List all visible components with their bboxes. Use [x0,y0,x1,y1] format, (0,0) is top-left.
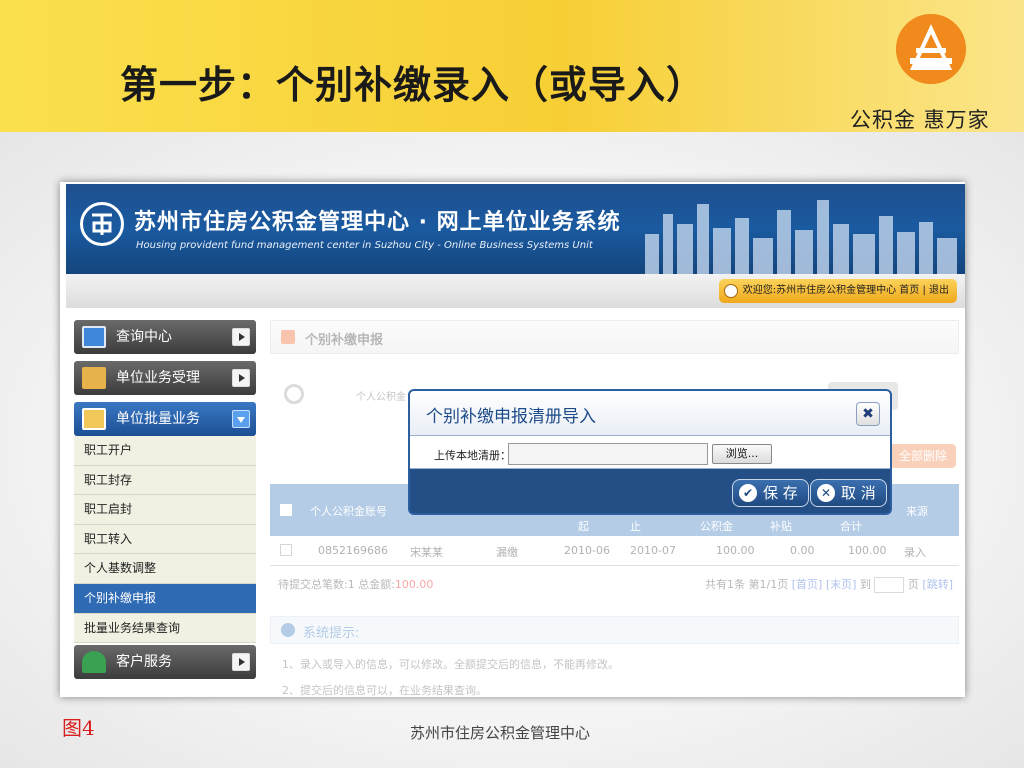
table-cell: 2010-06 [564,544,610,557]
dialog-title-bar: 个别补缴申报清册导入 ✖ [410,391,890,435]
submenu-item[interactable]: 职工封存 [74,466,256,496]
table-cell: 100.00 [848,544,887,557]
select-all-checkbox[interactable] [280,504,292,516]
sidebar: 查询中心 单位业务受理 单位批量业务 职工开户 职工封存 职工启封 职工转入 个… [74,320,256,697]
last-page-link[interactable]: [末页] [826,578,857,591]
tips-title: 系统提示: [303,626,360,641]
envelope-icon [82,367,106,389]
sidebar-item-query-center[interactable]: 查询中心 [74,320,256,354]
arrow-right-icon [281,330,295,344]
submenu-item-selected[interactable]: 个别补缴申报 [74,583,256,614]
chevron-right-icon [232,369,250,387]
submenu-item[interactable]: 职工启封 [74,495,256,525]
goto-label: 到 [859,578,871,591]
page-input[interactable] [874,577,905,593]
cancel-button[interactable]: ✕ 取 消 [810,479,887,507]
summary-amount: 100.00 [394,578,434,591]
page-label: 页 [907,578,919,591]
monitor-icon [82,326,106,348]
info-icon [281,623,295,637]
table-cell: 漏缴 [496,546,518,559]
save-label: 保 存 [763,484,798,502]
top-nav-bar: 欢迎您:苏州市住房公积金管理中心 首页 | 退出 [66,274,965,308]
pager-text: 共有1条 第1/1页 [705,578,789,591]
sidebar-item-label: 单位业务受理 [116,370,200,386]
upload-label: 上传本地清册： [434,449,511,462]
table-cell: 100.00 [716,544,755,557]
breadcrumb-title: 个别补缴申报 [305,333,384,348]
row-checkbox[interactable] [280,544,292,556]
chevron-right-icon [232,328,250,346]
figure-label: 图4 [62,716,95,740]
summary-text: 待提交总笔数:1 总金额: [278,578,395,591]
file-path-input[interactable] [508,443,708,465]
table-cell: 0.00 [790,544,815,557]
slide-header: 第一步：个别补缴录入（或导入） 公积金 惠万家 [0,0,1024,132]
center-logo-icon [80,202,124,246]
column-header: 个人公积金账号 [310,505,387,518]
banner-title: 苏州市住房公积金管理中心 · 网上单位业务系统 [134,210,621,235]
cancel-label: 取 消 [841,484,876,502]
tip-line: 1、录入或导入的信息，可以修改。全额提交后的信息，不能再修改。 [282,658,619,671]
delete-all-button[interactable]: 全部删除 [890,444,956,468]
chevron-right-icon [232,653,250,672]
import-dialog: 个别补缴申报清册导入 ✖ 上传本地清册： 浏览... ✔ 保 存 ✕ 取 消 [408,389,892,515]
sidebar-item-label: 客户服务 [116,654,172,671]
slide-footer: 苏州市住房公积金管理中心 [410,724,591,742]
jump-link[interactable]: [跳转] [922,578,953,591]
banner-subtitle: Housing provident fund management center… [136,240,593,251]
dialog-body: 上传本地清册： 浏览... [410,435,890,469]
sidebar-item-label: 单位批量业务 [116,411,200,427]
city-skyline-icon [645,200,957,274]
dialog-title: 个别补缴申报清册导入 [426,407,596,427]
sidebar-submenu: 职工开户 职工封存 职工启封 职工转入 个人基数调整 个别补缴申报 批量业务结果… [74,436,256,644]
column-header: 来源 [906,505,928,518]
summary: 待提交总笔数:1 总金额:100.00 [278,576,433,592]
search-label: 个人公积金 [356,392,406,403]
logo-icon [896,14,966,84]
column-header: 补贴 [770,520,792,533]
person-icon [82,651,106,674]
cancel-icon: ✕ [817,484,835,502]
first-page-link[interactable]: [首页] [792,578,823,591]
table-cell: 录入 [904,546,926,559]
submenu-item[interactable]: 个人基数调整 [74,554,256,584]
submenu-item[interactable]: 批量业务结果查询 [74,614,256,644]
sidebar-item-label: 查询中心 [116,329,172,345]
system-tips-bar: 系统提示: [270,616,959,644]
submenu-item[interactable]: 职工开户 [74,436,256,466]
tip-line: 2、提交后的信息可以，在业务结果查询。 [282,684,487,697]
chevron-down-icon [232,410,250,428]
column-header: 合计 [840,520,862,533]
submenu-item[interactable]: 职工转入 [74,525,256,555]
breadcrumb: 个别补缴申报 [270,320,959,354]
table-row[interactable]: 0852169686 宋某某 漏缴 2010-06 2010-07 100.00… [270,536,959,566]
save-button[interactable]: ✔ 保 存 [732,479,809,507]
sidebar-item-business[interactable]: 单位业务受理 [74,361,256,395]
slide-title: 第一步：个别补缴录入（或导入） [120,63,706,107]
column-header: 止 [630,520,641,533]
pager: 共有1条 第1/1页 [首页] [末页] 到 页 [跳转] [705,576,953,593]
column-header: 起 [578,520,589,533]
close-icon[interactable]: ✖ [856,402,880,426]
table-cell: 2010-07 [630,544,676,557]
folder-icon [82,408,106,430]
welcome-bar[interactable]: 欢迎您:苏州市住房公积金管理中心 首页 | 退出 [718,279,957,303]
column-header: 公积金 [700,520,733,533]
table-cell: 宋某某 [410,546,443,559]
site-banner: 苏州市住房公积金管理中心 · 网上单位业务系统 Housing providen… [66,184,965,274]
welcome-text: 欢迎您:苏州市住房公积金管理中心 首页 | 退出 [742,285,949,296]
slogan: 公积金 惠万家 [850,108,990,132]
arrow-right-icon [723,284,738,298]
table-cell: 0852169686 [318,544,388,557]
sidebar-item-customer-service[interactable]: 客户服务 [74,645,256,680]
check-icon: ✔ [739,484,757,502]
browse-button[interactable]: 浏览... [712,444,772,464]
sidebar-item-batch[interactable]: 单位批量业务 [74,402,256,436]
search-icon [284,384,304,404]
